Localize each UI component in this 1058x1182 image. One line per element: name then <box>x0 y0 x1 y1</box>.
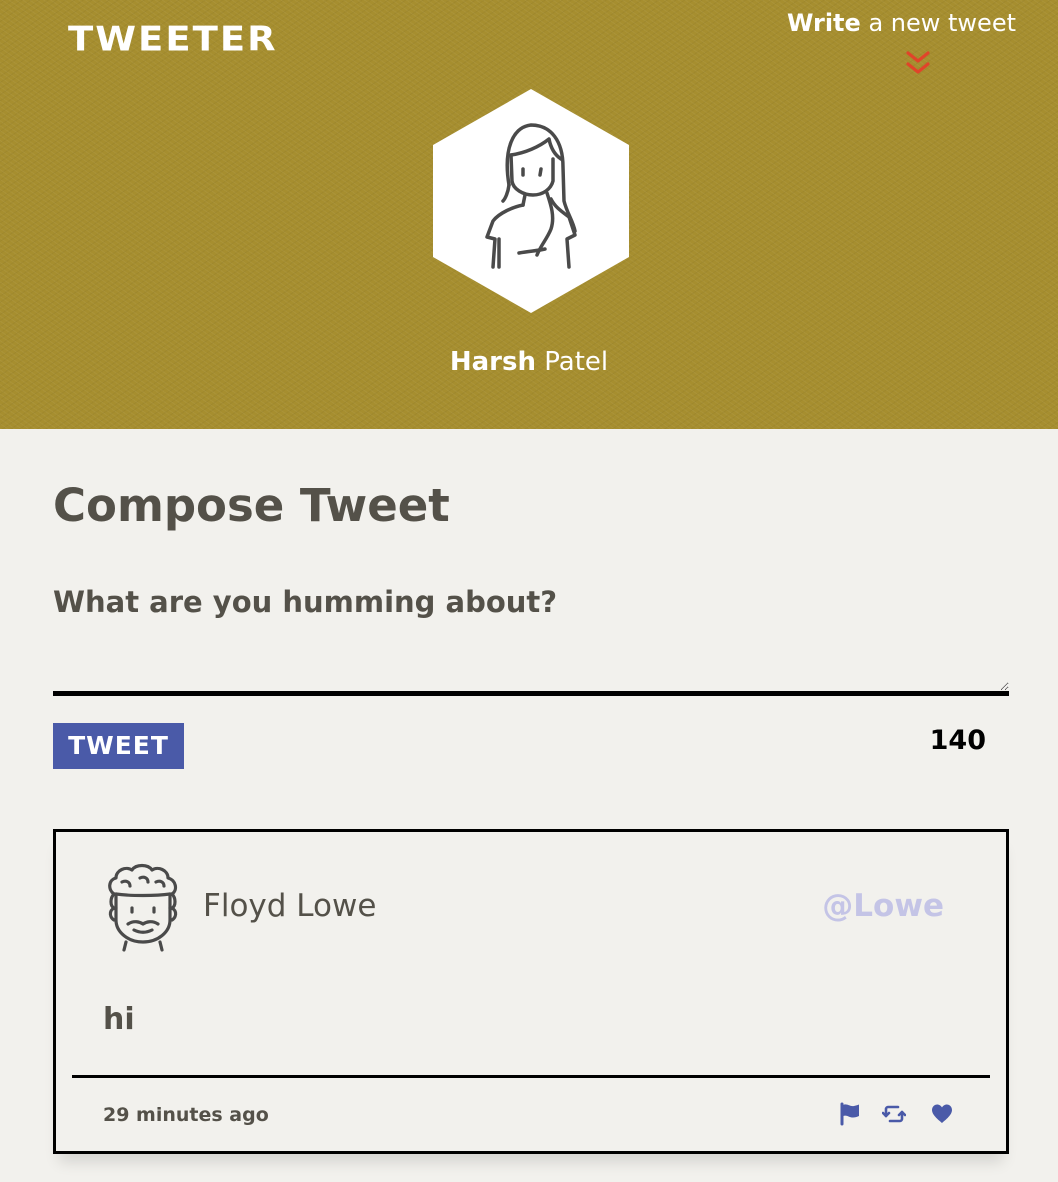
woman-avatar-icon <box>433 89 629 313</box>
tweet-textarea[interactable] <box>53 640 1009 696</box>
tweet-author-name: Floyd Lowe <box>203 888 377 924</box>
heart-icon[interactable] <box>930 1102 954 1126</box>
tweet-button[interactable]: TWEET <box>53 723 184 769</box>
tweet-content: hi <box>103 1002 135 1037</box>
tweet-author-handle: @Lowe <box>822 888 944 924</box>
flag-icon[interactable] <box>838 1102 862 1126</box>
tweet-card: Floyd Lowe @Lowe hi 29 minutes ago <box>53 829 1009 1154</box>
compose-title: Compose Tweet <box>53 479 450 532</box>
write-link-bold: Write <box>786 9 861 37</box>
profile-name: Harsh Patel <box>0 344 1058 380</box>
profile-first-name: Harsh <box>449 347 536 377</box>
profile-header: TWEETER Write a new tweet Harsh Patel <box>0 0 1058 429</box>
write-link-rest: a new tweet <box>860 9 1016 37</box>
retweet-icon[interactable] <box>882 1102 906 1126</box>
double-chevron-down-icon[interactable] <box>905 50 931 78</box>
curly-haired-man-avatar-icon <box>108 863 178 952</box>
app-logo[interactable]: TWEETER <box>68 20 278 59</box>
tweet-timestamp: 29 minutes ago <box>103 1104 269 1126</box>
write-new-tweet-link[interactable]: Write a new tweet <box>787 6 1016 40</box>
profile-last-name: Patel <box>536 347 609 377</box>
char-counter: 140 <box>929 725 986 756</box>
tweet-divider <box>72 1075 990 1078</box>
compose-label: What are you humming about? <box>53 585 558 619</box>
